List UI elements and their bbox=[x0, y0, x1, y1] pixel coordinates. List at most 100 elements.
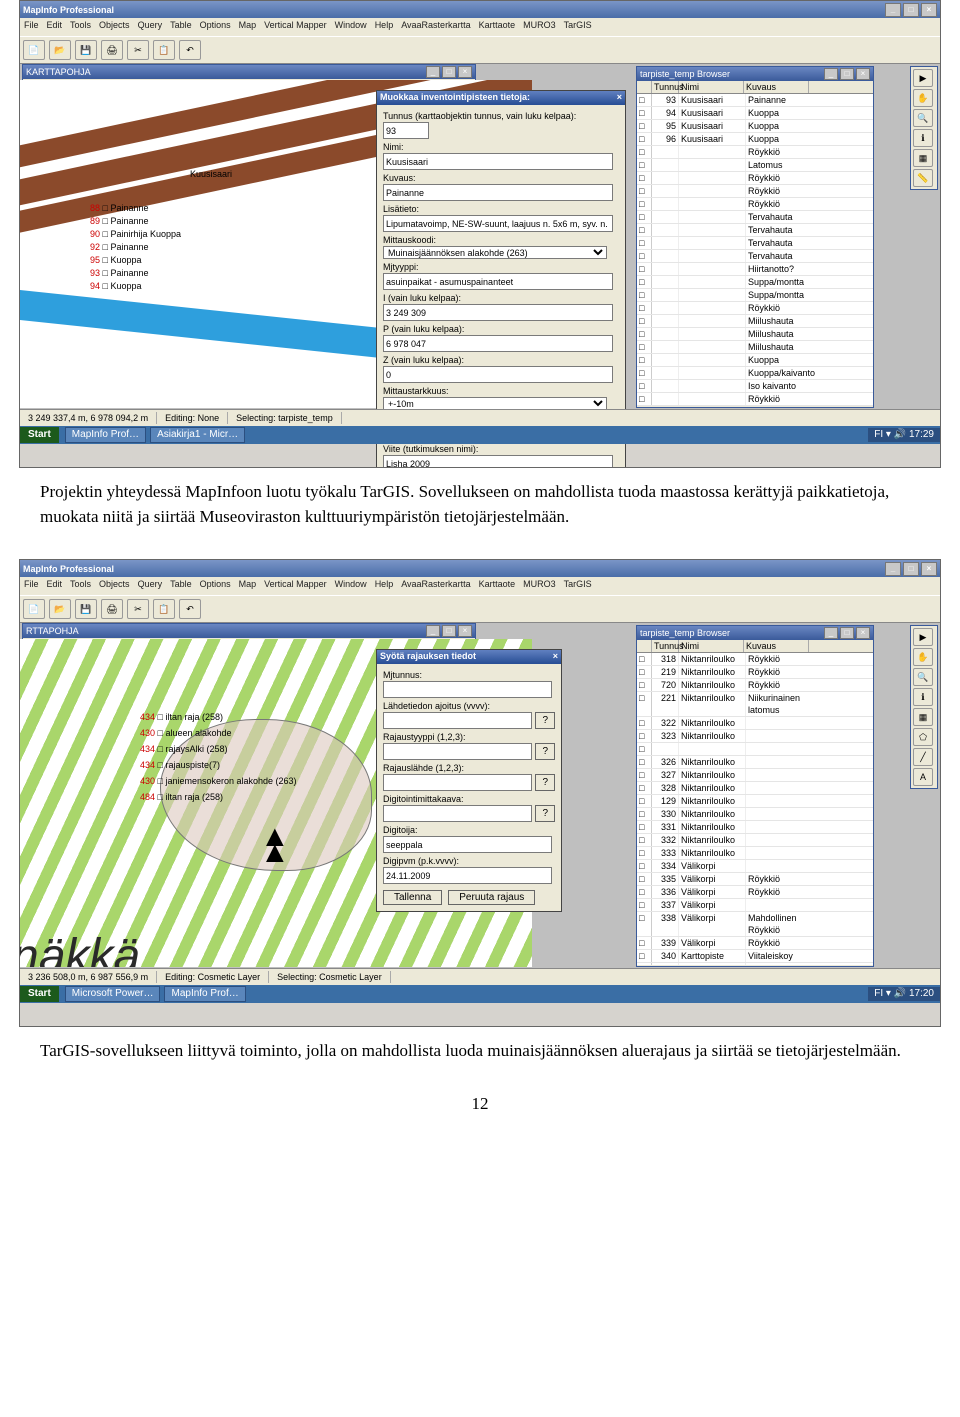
table-row[interactable]: □Miilushauta bbox=[637, 341, 873, 354]
menu-item[interactable]: Map bbox=[239, 19, 257, 35]
table-row[interactable]: □341HevosenttoKaastuja kiviä bbox=[637, 963, 873, 965]
table-row[interactable]: □322Niktanriloulko bbox=[637, 717, 873, 730]
menu-item[interactable]: File bbox=[24, 578, 39, 594]
table-row[interactable]: □332Niktanriloulko bbox=[637, 834, 873, 847]
nimi-input[interactable] bbox=[383, 153, 613, 170]
table-row[interactable]: □340KarttopisteViitaleiskoy bbox=[637, 950, 873, 963]
menu-item[interactable]: Table bbox=[170, 578, 192, 594]
menu-item[interactable]: Options bbox=[200, 578, 231, 594]
table-row[interactable]: □Tervahauta bbox=[637, 224, 873, 237]
menu-item[interactable]: Karttaote bbox=[479, 19, 516, 35]
toolbar[interactable]: 📄📂💾🖨✂📋↶ bbox=[20, 595, 940, 623]
window-controls[interactable]: _□× bbox=[885, 562, 937, 576]
menu-item[interactable]: TarGIS bbox=[564, 578, 592, 594]
tool-palette[interactable]: ▶✋🔍ℹ▦📏 bbox=[910, 66, 938, 190]
save-button[interactable]: Tallenna bbox=[383, 890, 442, 905]
taskbar-item[interactable]: Asiakirja1 - Micr… bbox=[150, 427, 245, 443]
table-row[interactable]: □Latomus bbox=[637, 159, 873, 172]
table-row[interactable]: □Suppa/montta bbox=[637, 289, 873, 302]
p-input[interactable] bbox=[383, 335, 613, 352]
table-row[interactable]: □Röykkiö bbox=[637, 172, 873, 185]
start-button[interactable]: Start bbox=[20, 427, 59, 443]
menu-item[interactable]: MURO3 bbox=[523, 19, 556, 35]
table-row[interactable]: □Iso kaivanto bbox=[637, 380, 873, 393]
table-row[interactable]: □96KuusisaariKuoppa bbox=[637, 133, 873, 146]
table-row[interactable]: □333Niktanriloulko bbox=[637, 847, 873, 860]
start-button[interactable]: Start bbox=[20, 986, 59, 1002]
menu-item[interactable]: Vertical Mapper bbox=[264, 19, 327, 35]
mjtunnus-input[interactable] bbox=[383, 681, 552, 698]
table-row[interactable]: □Hiirtanotto? bbox=[637, 263, 873, 276]
help-button[interactable]: ? bbox=[535, 743, 555, 760]
help-button[interactable]: ? bbox=[535, 805, 555, 822]
table-row[interactable]: □328Niktanriloulko bbox=[637, 782, 873, 795]
open-icon[interactable]: 📂 bbox=[49, 40, 71, 60]
menu-item[interactable]: TarGIS bbox=[564, 19, 592, 35]
menu-item[interactable]: Table bbox=[170, 19, 192, 35]
table-row[interactable]: □94KuusisaariKuoppa bbox=[637, 107, 873, 120]
mtyyp-input[interactable] bbox=[383, 273, 613, 290]
menu-item[interactable]: Tools bbox=[70, 19, 91, 35]
menu-item[interactable]: Objects bbox=[99, 19, 130, 35]
taskbar[interactable]: Start MapInfo Prof… Asiakirja1 - Micr… F… bbox=[20, 426, 940, 444]
table-row[interactable]: □326Niktanriloulko bbox=[637, 756, 873, 769]
table-row[interactable]: □Kuoppa/kaivanto bbox=[637, 367, 873, 380]
taskbar-item[interactable]: Microsoft Power… bbox=[65, 986, 161, 1002]
z-input[interactable] bbox=[383, 366, 613, 383]
tool-palette[interactable]: ▶✋🔍ℹ▦⬠╱A bbox=[910, 625, 938, 789]
kuvaus-input[interactable] bbox=[383, 184, 613, 201]
table-row[interactable]: □ bbox=[637, 743, 873, 756]
save-icon[interactable]: 💾 bbox=[75, 40, 97, 60]
help-button[interactable]: ? bbox=[535, 712, 555, 729]
copy-icon[interactable]: 📋 bbox=[153, 40, 175, 60]
lahde-input[interactable] bbox=[383, 712, 532, 729]
digipvm-input[interactable] bbox=[383, 867, 552, 884]
digimitta-input[interactable] bbox=[383, 805, 532, 822]
menu-item[interactable]: Karttaote bbox=[479, 578, 516, 594]
taskbar-item[interactable]: MapInfo Prof… bbox=[65, 427, 146, 443]
help-button[interactable]: ? bbox=[535, 774, 555, 791]
table-row[interactable]: □318NiktanriloulkoRöykkiö bbox=[637, 653, 873, 666]
window-controls[interactable]: _□× bbox=[885, 3, 937, 17]
table-row[interactable]: □221NiktanriloulkoNiikurinainen latomus bbox=[637, 692, 873, 717]
table-row[interactable]: □Röykkiö bbox=[637, 302, 873, 315]
table-row[interactable]: □93KuusisaariPainanne bbox=[637, 94, 873, 107]
browser-window[interactable]: tarpiste_temp Browser_□× TunnusNimiKuvau… bbox=[636, 625, 874, 967]
menubar[interactable]: FileEditToolsObjectsQueryTableOptionsMap… bbox=[20, 577, 940, 595]
table-row[interactable]: □Tervahauta bbox=[637, 250, 873, 263]
taskbar[interactable]: Start Microsoft Power… MapInfo Prof… FI … bbox=[20, 985, 940, 1003]
table-body[interactable]: □318NiktanriloulkoRöykkiö□219Niktanrilou… bbox=[637, 653, 873, 965]
menu-item[interactable]: Objects bbox=[99, 578, 130, 594]
table-row[interactable]: □323Niktanriloulko bbox=[637, 730, 873, 743]
new-icon[interactable]: 📄 bbox=[23, 40, 45, 60]
table-row[interactable]: □Miilushauta bbox=[637, 328, 873, 341]
menu-item[interactable]: File bbox=[24, 19, 39, 35]
print-icon[interactable]: 🖨 bbox=[101, 599, 123, 619]
table-body[interactable]: □93KuusisaariPainanne□94KuusisaariKuoppa… bbox=[637, 94, 873, 406]
close-icon[interactable]: × bbox=[553, 650, 558, 664]
menu-item[interactable]: AvaaRasterkartta bbox=[401, 19, 470, 35]
mkoodi-select[interactable]: Muinaisjäännöksen alakohde (263) bbox=[383, 246, 607, 259]
system-tray[interactable]: FI ▾ 🔊 17:20 bbox=[868, 987, 940, 1001]
menu-item[interactable]: Options bbox=[200, 19, 231, 35]
menu-item[interactable]: Edit bbox=[47, 578, 63, 594]
menu-item[interactable]: MURO3 bbox=[523, 578, 556, 594]
rajaustyyppi-input[interactable] bbox=[383, 743, 532, 760]
table-row[interactable]: □337Välikorpi bbox=[637, 899, 873, 912]
table-row[interactable]: □Tervahauta bbox=[637, 211, 873, 224]
close-icon[interactable]: × bbox=[617, 91, 622, 105]
table-row[interactable]: □219NiktanriloulkoRöykkiö bbox=[637, 666, 873, 679]
table-row[interactable]: □Röykkiö bbox=[637, 393, 873, 406]
table-row[interactable]: □Röykkiö bbox=[637, 185, 873, 198]
menu-item[interactable]: Query bbox=[138, 19, 163, 35]
menu-item[interactable]: Query bbox=[138, 578, 163, 594]
table-row[interactable]: □Kuoppa bbox=[637, 354, 873, 367]
open-icon[interactable]: 📂 bbox=[49, 599, 71, 619]
menu-item[interactable]: Window bbox=[335, 578, 367, 594]
table-row[interactable]: □330Niktanriloulko bbox=[637, 808, 873, 821]
table-row[interactable]: □95KuusisaariKuoppa bbox=[637, 120, 873, 133]
undo-icon[interactable]: ↶ bbox=[179, 599, 201, 619]
table-row[interactable]: □338VälikorpiMahdollinen Röykkiö bbox=[637, 912, 873, 937]
save-icon[interactable]: 💾 bbox=[75, 599, 97, 619]
menu-item[interactable]: Edit bbox=[47, 19, 63, 35]
